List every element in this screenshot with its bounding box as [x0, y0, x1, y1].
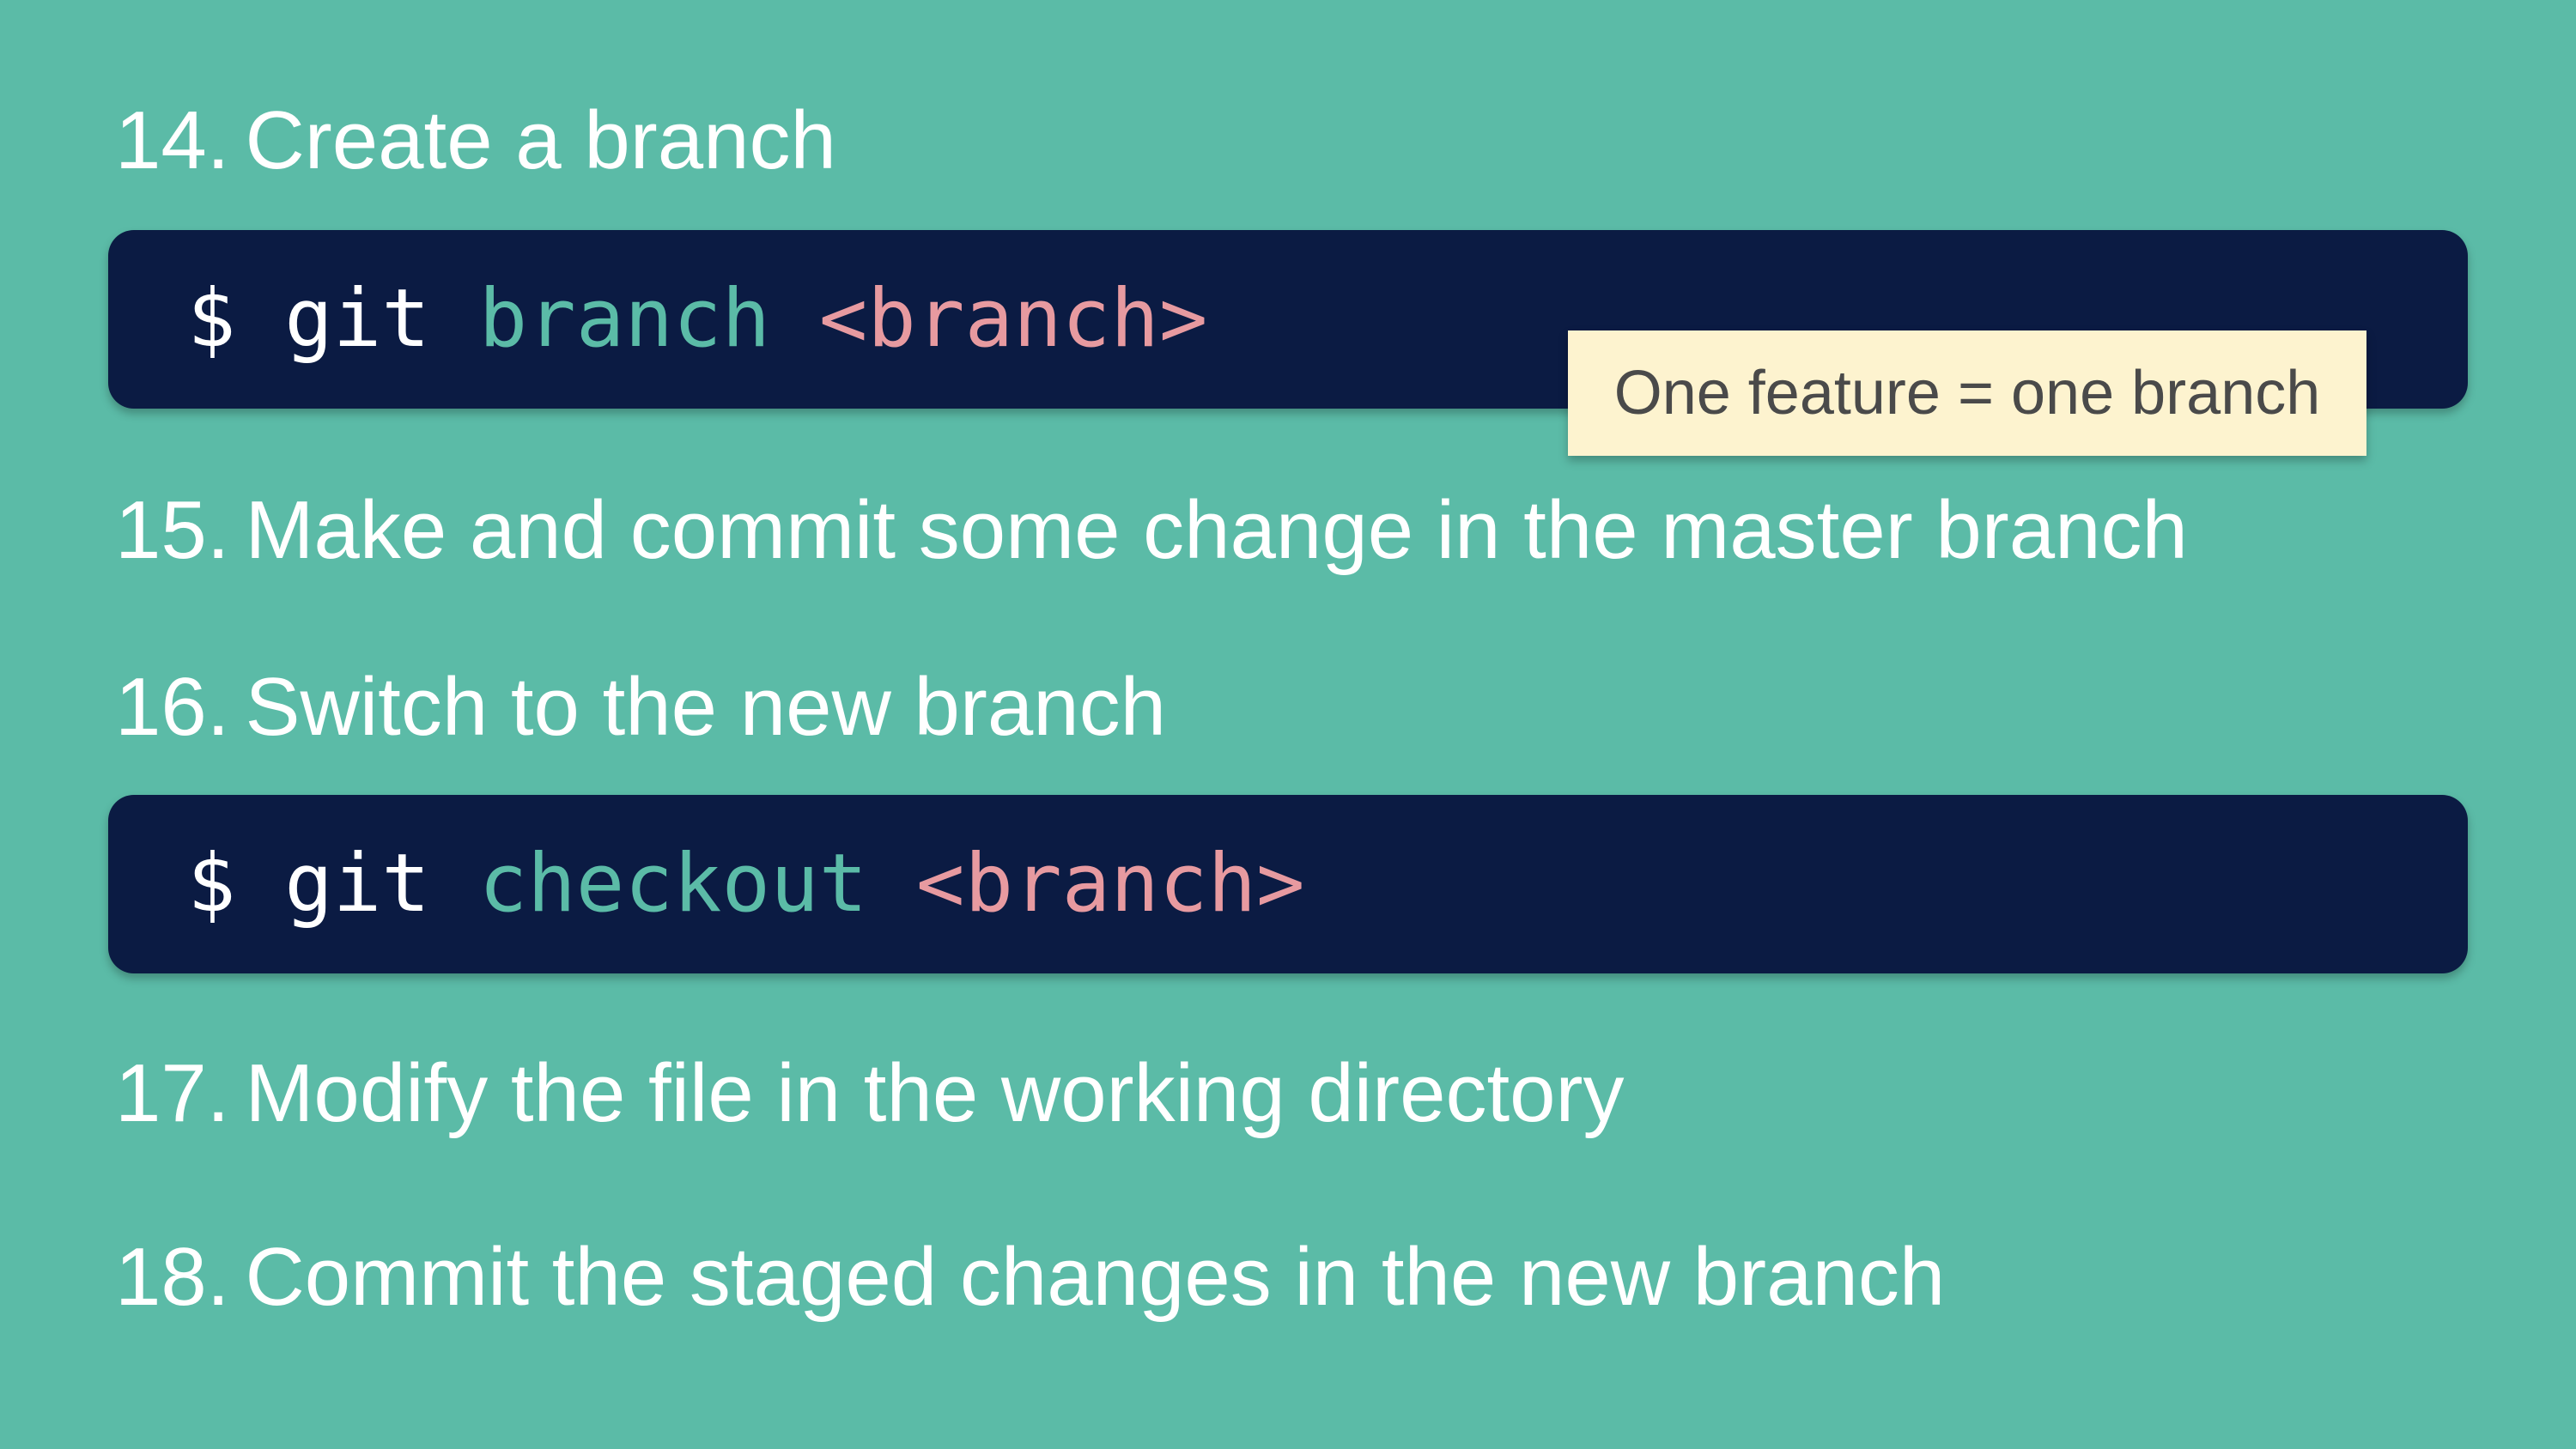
- code-argument: <branch>: [915, 837, 1305, 931]
- step-14: 14. Create a branch: [115, 100, 836, 182]
- step-text: Modify the file in the working directory: [245, 1047, 1625, 1139]
- step-number: 15.: [115, 484, 230, 576]
- step-text: Switch to the new branch: [245, 661, 1167, 753]
- code-line: $ git branch <branch>: [187, 279, 1207, 360]
- step-text: Make and commit some change in the maste…: [245, 484, 2188, 576]
- step-number: 17.: [115, 1047, 230, 1139]
- sticky-note: One feature = one branch: [1568, 330, 2366, 456]
- shell-prompt: $: [187, 837, 236, 931]
- code-block-checkout: $ git checkout <branch>: [108, 795, 2468, 973]
- code-command: branch: [478, 272, 771, 366]
- step-text: Commit the staged changes in the new bra…: [245, 1231, 1946, 1323]
- step-number: 18.: [115, 1231, 230, 1323]
- shell-prompt: $: [187, 272, 236, 366]
- code-program: git: [284, 837, 430, 931]
- step-number: 14.: [115, 94, 230, 186]
- note-text: One feature = one branch: [1613, 359, 2321, 427]
- step-number: 16.: [115, 661, 230, 753]
- step-18: 18. Commit the staged changes in the new …: [115, 1236, 1945, 1319]
- step-15: 15. Make and commit some change in the ma…: [115, 489, 2188, 572]
- step-text: Create a branch: [245, 94, 836, 186]
- code-line: $ git checkout <branch>: [187, 844, 1305, 925]
- step-17: 17. Modify the file in the working direct…: [115, 1052, 1624, 1135]
- step-16: 16. Switch to the new branch: [115, 666, 1166, 749]
- code-command: checkout: [478, 837, 868, 931]
- code-program: git: [284, 272, 430, 366]
- code-argument: <branch>: [818, 272, 1208, 366]
